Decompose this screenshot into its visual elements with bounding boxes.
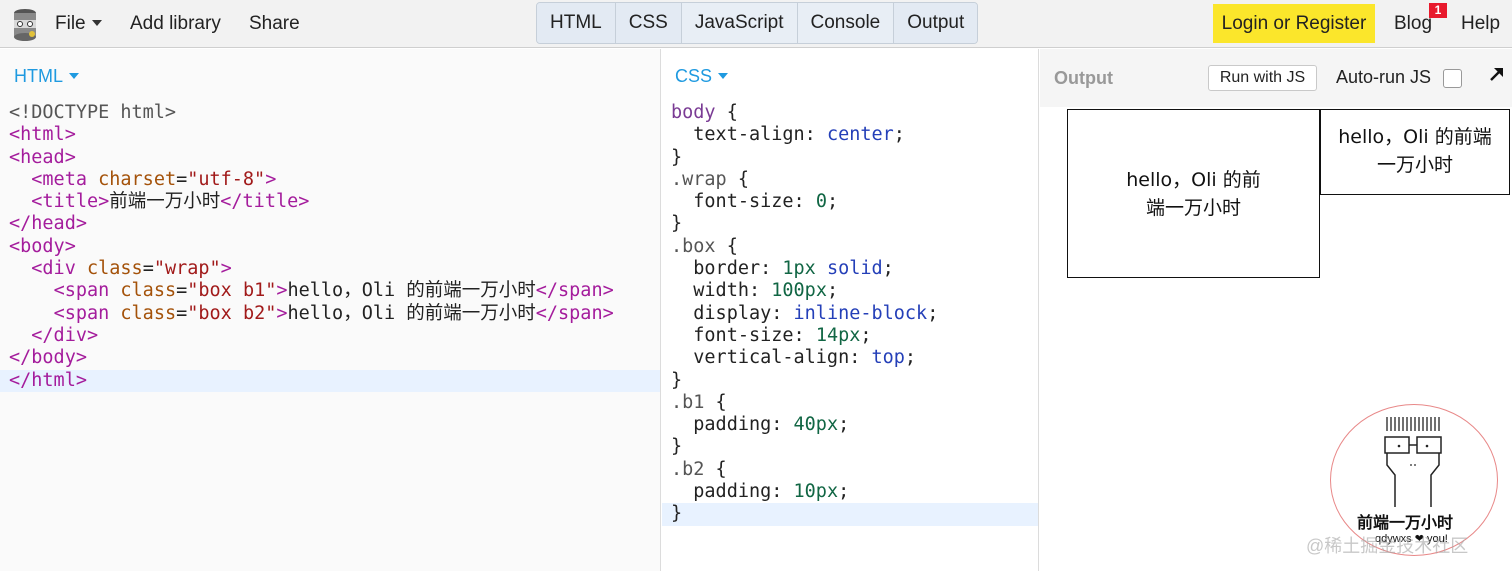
tab-output[interactable]: Output <box>894 3 978 43</box>
autorun-label: Auto-run JS <box>1336 67 1432 87</box>
css-code-line[interactable]: vertical-align: top; <box>662 347 1038 369</box>
css-code-line[interactable]: font-size: 0; <box>662 191 1038 213</box>
jsbin-logo-icon[interactable] <box>11 8 39 42</box>
share-menu[interactable]: Share <box>249 13 300 35</box>
file-menu-label: File <box>55 13 86 34</box>
html-code-line[interactable]: <!DOCTYPE html> <box>0 102 660 124</box>
tab-html[interactable]: HTML <box>537 3 616 43</box>
css-code-line[interactable]: border: 1px solid; <box>662 258 1038 280</box>
chevron-down-icon <box>91 20 102 26</box>
css-code-line[interactable]: } <box>662 503 1038 526</box>
notification-badge: 1 <box>1429 3 1447 18</box>
html-editor-pane: HTML <!DOCTYPE html> <html> <head> <meta c… <box>0 49 661 571</box>
css-code-line[interactable]: .b1 { <box>662 392 1038 414</box>
autorun-checkbox[interactable] <box>1443 69 1462 88</box>
css-code-line[interactable]: } <box>662 147 1038 169</box>
html-code-line[interactable]: <title>前端一万小时</title> <box>0 191 660 213</box>
chevron-down-icon <box>718 73 729 79</box>
css-code-line[interactable]: font-size: 14px; <box>662 325 1038 347</box>
add-library-menu[interactable]: Add library <box>130 13 221 35</box>
css-code-line[interactable]: padding: 40px; <box>662 414 1038 436</box>
html-code-line[interactable]: <div class="wrap"> <box>0 258 660 280</box>
html-code-line[interactable]: </div> <box>0 325 660 347</box>
tab-css[interactable]: CSS <box>615 3 682 43</box>
css-code-line[interactable]: width: 100px; <box>662 280 1038 302</box>
css-pane-label: CSS <box>675 66 713 86</box>
css-code-line[interactable]: } <box>662 213 1038 235</box>
css-code-line[interactable]: .b2 { <box>662 459 1038 481</box>
login-register-button[interactable]: Login or Register <box>1213 4 1375 43</box>
stamp-title: 前端一万小时 <box>1357 515 1454 532</box>
blog-link[interactable]: Blog <box>1394 13 1432 35</box>
html-code-line[interactable]: <span class="box b2">hello，Oli 的前端一万小时</… <box>0 303 660 325</box>
css-code-line[interactable]: body { <box>662 102 1038 124</box>
css-code-line[interactable]: padding: 10px; <box>662 481 1038 503</box>
panel-tabs: HTML CSS JavaScript Console Output <box>536 2 979 44</box>
html-code-line[interactable]: </head> <box>0 213 660 235</box>
css-code-editor[interactable]: body { text-align: center;} .wrap { font-… <box>662 102 1038 526</box>
mascot-icon <box>1384 417 1442 507</box>
html-code-line[interactable]: <body> <box>0 236 660 258</box>
html-code-line[interactable]: <html> <box>0 124 660 146</box>
css-code-line[interactable]: } <box>662 436 1038 458</box>
top-bar: File Add library Share HTML CSS JavaScri… <box>0 0 1512 48</box>
html-code-editor[interactable]: <!DOCTYPE html> <html> <head> <meta charse… <box>0 102 660 392</box>
run-with-js-button[interactable]: Run with JS <box>1208 65 1317 91</box>
css-editor-pane: CSS body { text-align: center;} .wrap { f… <box>662 49 1039 571</box>
html-pane-label: HTML <box>14 66 63 86</box>
tab-javascript[interactable]: JavaScript <box>682 3 798 43</box>
output-box-b2: hello，Oli 的前端一万小时 <box>1320 109 1510 195</box>
css-code-line[interactable]: text-align: center; <box>662 124 1038 146</box>
css-code-line[interactable]: .wrap { <box>662 169 1038 191</box>
html-code-line[interactable]: </html> <box>0 369 660 392</box>
output-box-b1: hello，Oli 的前端一万小时 <box>1067 109 1320 278</box>
site-watermark: @稀土掘金技术社区 <box>1306 536 1469 556</box>
css-code-line[interactable]: } <box>662 370 1038 392</box>
html-code-line[interactable]: <meta charset="utf-8"> <box>0 169 660 191</box>
css-code-line[interactable]: display: inline-block; <box>662 303 1038 325</box>
tab-console[interactable]: Console <box>798 3 895 43</box>
expand-arrow-icon[interactable] <box>1487 64 1507 84</box>
html-code-line[interactable]: <span class="box b1">hello，Oli 的前端一万小时</… <box>0 280 660 302</box>
chevron-down-icon <box>69 73 79 79</box>
help-link[interactable]: Help <box>1461 13 1500 35</box>
css-pane-header[interactable]: CSS <box>675 66 729 87</box>
html-code-line[interactable]: </body> <box>0 347 660 369</box>
html-pane-header[interactable]: HTML <box>14 66 79 87</box>
html-code-line[interactable]: <head> <box>0 147 660 169</box>
file-menu[interactable]: File <box>55 13 102 35</box>
output-title: Output <box>1054 68 1113 88</box>
css-code-line[interactable]: .box { <box>662 236 1038 258</box>
